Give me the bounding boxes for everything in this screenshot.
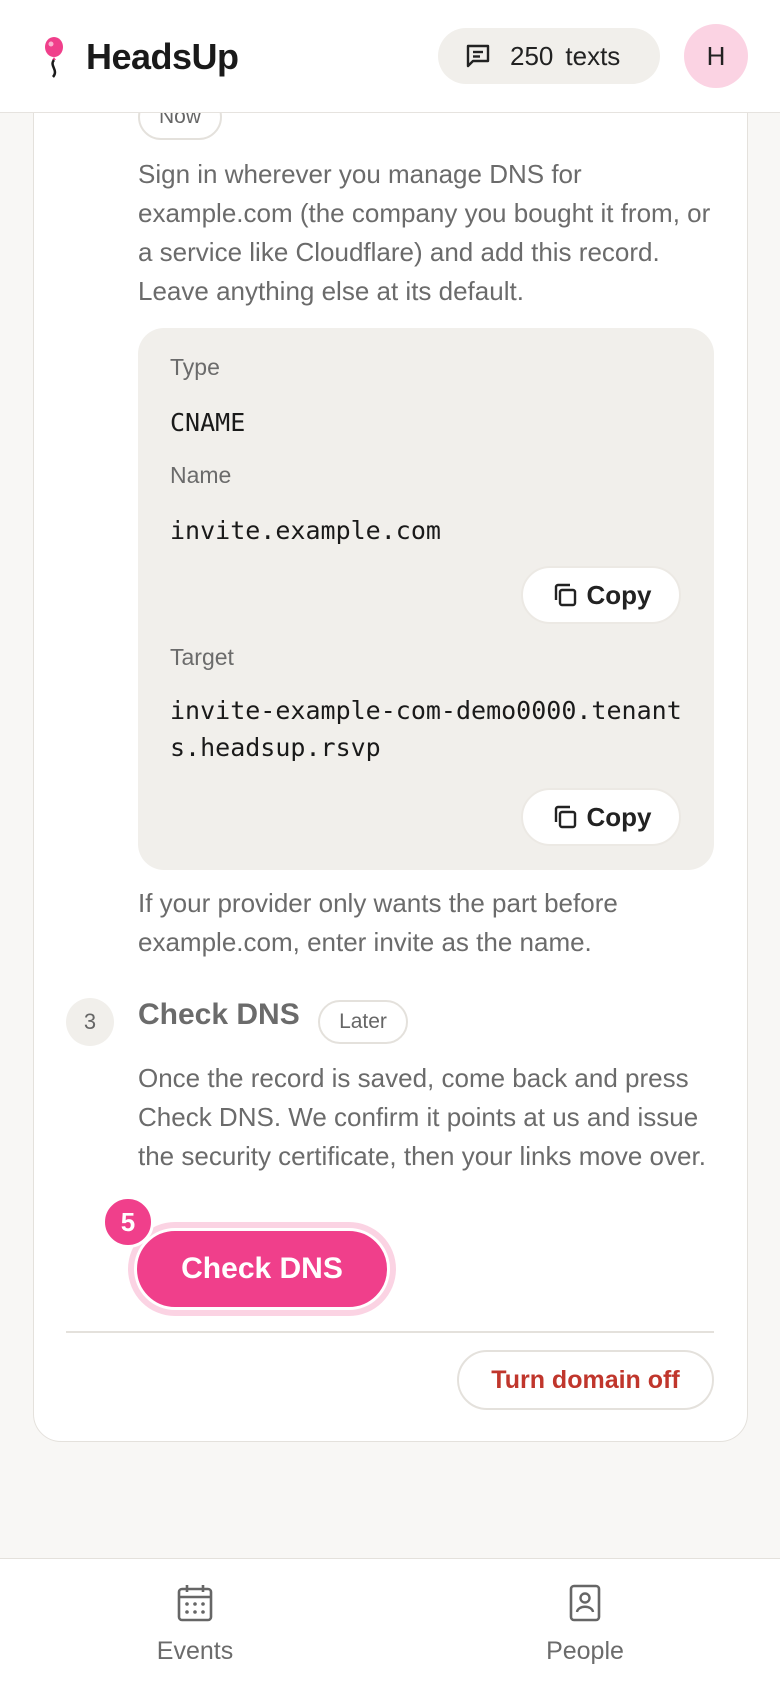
check-dns-description: Once the record is saved, come back and … xyxy=(138,1063,706,1171)
copy-target-label: Copy xyxy=(586,801,652,832)
brand-logo[interactable]: HeadsUp xyxy=(40,36,239,78)
step-number: 3 xyxy=(66,998,114,1046)
check-dns-button[interactable]: Check DNS xyxy=(134,1228,390,1310)
text-credits-pill[interactable]: 250 texts xyxy=(438,28,660,84)
brand-name: HeadsUp xyxy=(86,36,239,77)
step-instructions: Sign in wherever you manage DNS for exam… xyxy=(138,159,711,306)
message-icon xyxy=(466,44,490,68)
step-title: Check DNS xyxy=(138,998,300,1031)
name-hint-note: If your provider only wants the part bef… xyxy=(138,888,618,957)
turn-domain-off-button[interactable]: Turn domain off xyxy=(457,1350,714,1410)
copy-icon xyxy=(554,583,576,607)
credits-count: 250 xyxy=(510,40,554,71)
record-target-label: Target xyxy=(170,644,234,670)
copy-name-label: Copy xyxy=(586,579,652,610)
record-name-value: invite.example.com xyxy=(170,516,441,545)
contact-book-icon xyxy=(569,1584,601,1622)
record-type-value: CNAME xyxy=(170,408,246,437)
copy-target-button[interactable]: Copy xyxy=(521,788,681,846)
record-target-value: invite-example-com-demo0000.tenants.head… xyxy=(170,696,682,762)
user-avatar[interactable]: H xyxy=(684,24,748,88)
record-type-label: Type xyxy=(170,354,220,380)
nav-item-people[interactable]: People xyxy=(495,1583,675,1666)
app-header: HeadsUp 250 texts H xyxy=(0,0,780,113)
dns-record-box: Type CNAME Name invite.example.com Copy … xyxy=(138,328,714,870)
credits-unit: texts xyxy=(565,40,621,71)
nav-item-events[interactable]: Events xyxy=(105,1583,285,1666)
record-name-label: Name xyxy=(170,462,232,488)
copy-name-button[interactable]: Copy xyxy=(521,566,681,624)
action-marker-badge: 5 xyxy=(102,1196,154,1248)
divider xyxy=(66,1331,714,1333)
copy-icon xyxy=(554,805,576,829)
step-status-badge-later: Later xyxy=(318,1000,408,1044)
bottom-navigation: Events People xyxy=(0,1558,780,1688)
nav-events-label: Events xyxy=(156,1637,234,1665)
nav-people-label: People xyxy=(546,1637,624,1665)
calendar-icon xyxy=(177,1585,213,1622)
check-dns-focus-ring: Check DNS xyxy=(128,1222,396,1316)
balloon-icon xyxy=(45,37,63,78)
